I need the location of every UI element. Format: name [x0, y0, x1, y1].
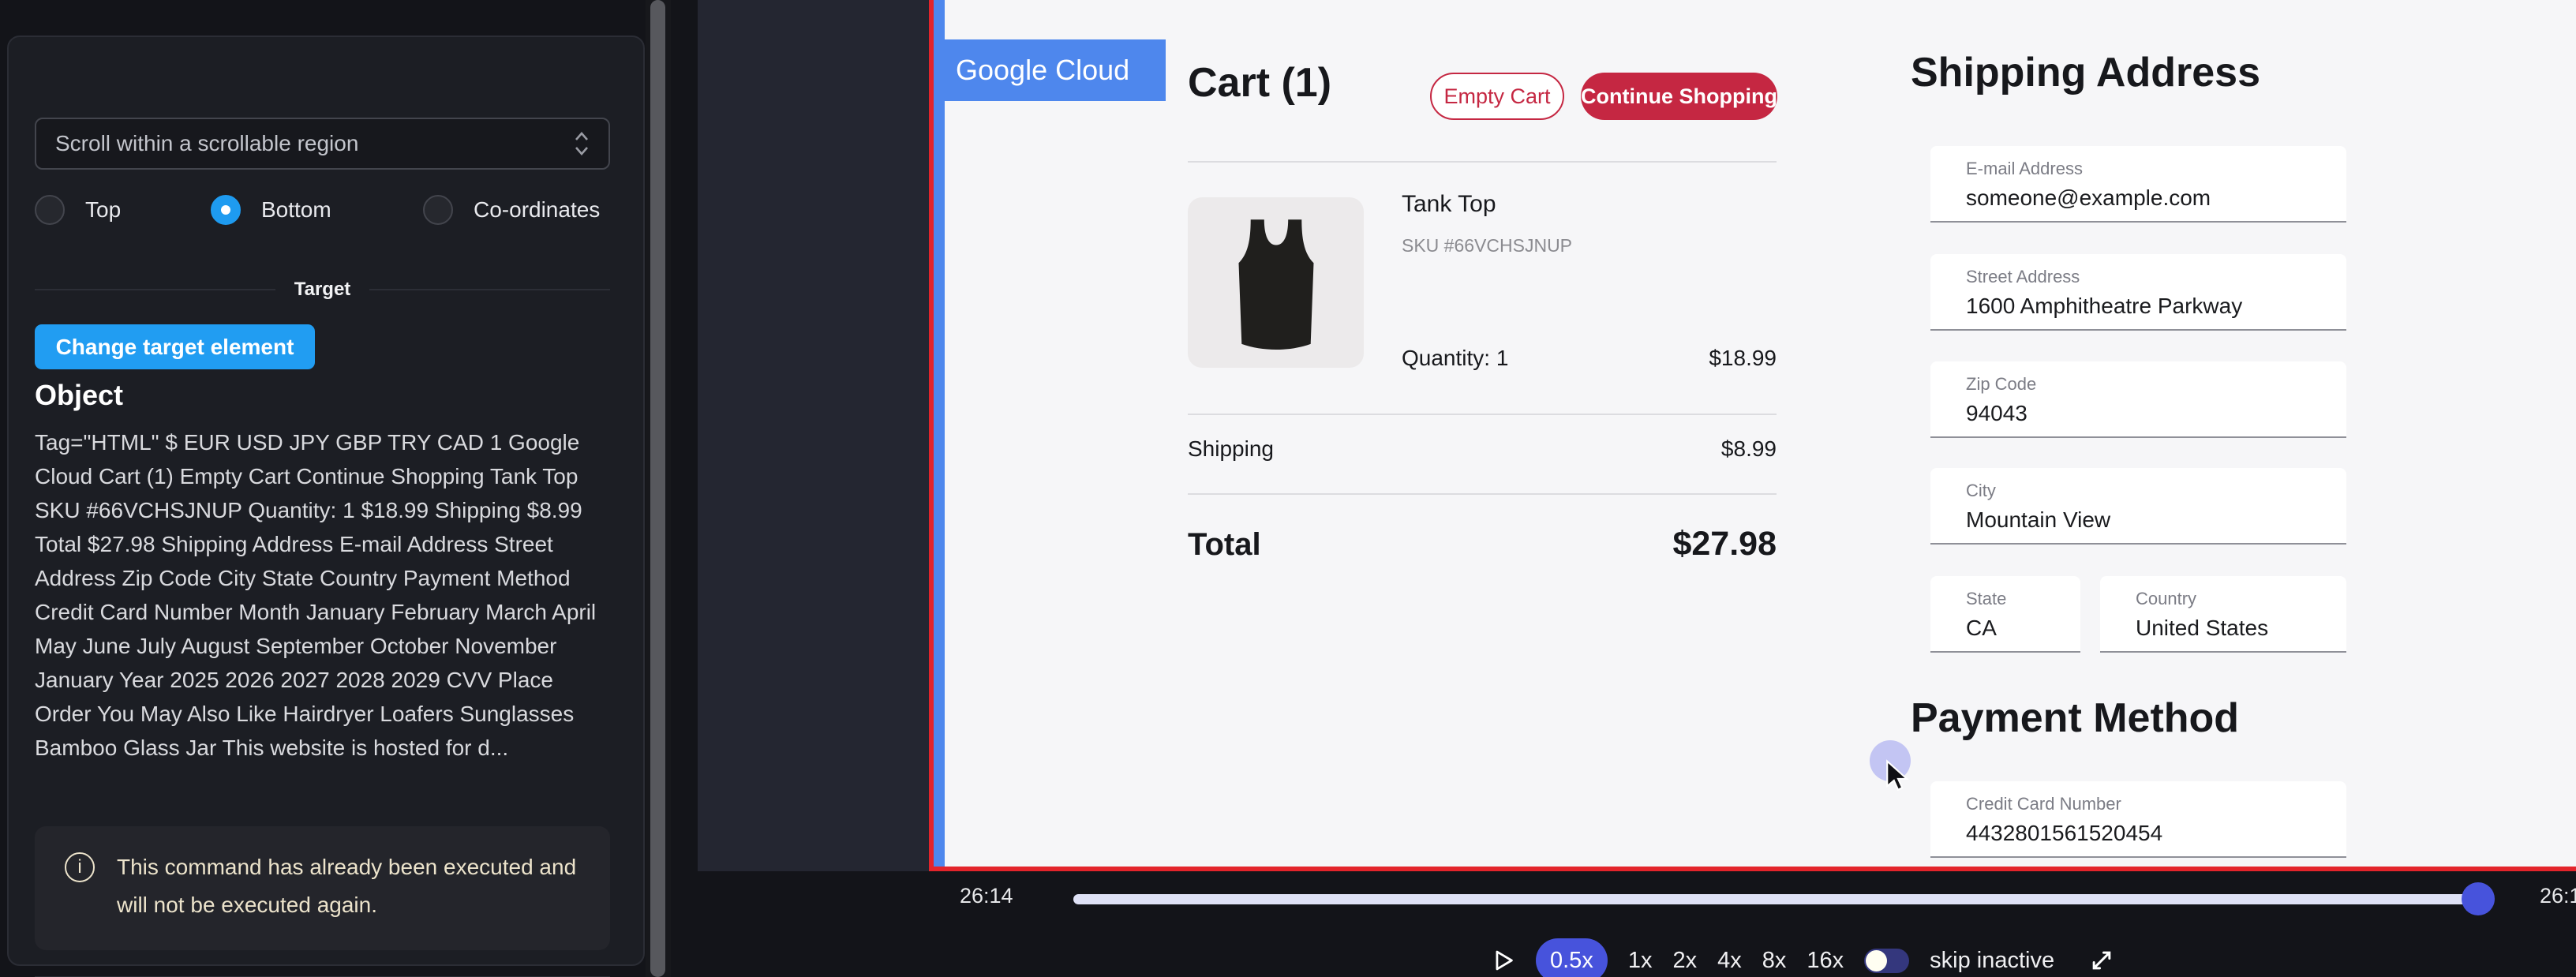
radio-label-top: Top [85, 197, 121, 223]
credit-card-number-field[interactable]: Credit Card Number 4432801561520454 [1930, 781, 2346, 858]
mouse-cursor-icon [1883, 759, 1916, 792]
credit-card-field-label: Credit Card Number [1966, 794, 2346, 814]
product-price: $18.99 [1619, 346, 1777, 371]
total-label: Total [1188, 527, 1261, 563]
cart-divider-middle [1188, 414, 1777, 415]
site-logo-badge: Google Cloud [934, 39, 1166, 101]
viewport-border-left [929, 0, 934, 871]
radio-circle-bottom-selected [211, 195, 241, 225]
current-time: 26:14 [960, 884, 1013, 908]
city-field[interactable]: City Mountain View [1930, 468, 2346, 545]
info-icon: i [65, 852, 95, 882]
email-field-value: someone@example.com [1966, 185, 2346, 211]
cart-divider-bottom [1188, 493, 1777, 495]
radio-circle-coordinates [423, 195, 453, 225]
speed-2x-button[interactable]: 2x [1672, 948, 1697, 974]
target-highlight-stripe [934, 0, 945, 867]
shipping-row-label: Shipping [1188, 436, 1274, 462]
object-description-text: Tag="HTML" $ EUR USD JPY GBP TRY CAD 1 G… [35, 425, 610, 765]
shipping-address-heading: Shipping Address [1911, 49, 2260, 96]
radio-option-bottom[interactable]: Bottom [211, 192, 331, 228]
credit-card-field-value: 4432801561520454 [1966, 821, 2346, 846]
street-address-field[interactable]: Street Address 1600 Amphitheatre Parkway [1930, 254, 2346, 331]
payment-method-heading: Payment Method [1911, 694, 2239, 742]
toggle-knob [1866, 950, 1887, 971]
email-field[interactable]: E-mail Address someone@example.com [1930, 146, 2346, 223]
continue-shopping-button[interactable]: Continue Shopping [1581, 73, 1777, 120]
skip-inactive-toggle[interactable] [1864, 949, 1909, 973]
radio-label-bottom: Bottom [261, 197, 331, 223]
info-message: This command has already been executed a… [117, 848, 590, 924]
play-button[interactable] [1492, 949, 1515, 972]
speed-8x-button[interactable]: 8x [1762, 948, 1787, 974]
total-value: $27.98 [1540, 525, 1777, 563]
street-field-label: Street Address [1966, 267, 2346, 287]
timeline-playhead[interactable] [2462, 882, 2495, 915]
country-field-label: Country [2136, 589, 2346, 609]
scroll-position-radio-group: Top Bottom Co-ordinates [35, 192, 610, 228]
city-field-label: City [1966, 481, 2346, 501]
command-sidebar: Scroll within a scrollable region Top Bo… [0, 0, 698, 977]
command-card: Scroll within a scrollable region Top Bo… [7, 36, 645, 966]
object-heading: Object [35, 379, 123, 412]
target-section-label: Target [294, 279, 351, 301]
cart-title: Cart (1) [1188, 59, 1331, 107]
country-field[interactable]: Country United States [2100, 576, 2346, 653]
radio-option-top[interactable]: Top [35, 192, 121, 228]
product-image [1188, 197, 1364, 368]
street-field-value: 1600 Amphitheatre Parkway [1966, 294, 2346, 319]
state-field[interactable]: State CA [1930, 576, 2080, 653]
command-type-select[interactable]: Scroll within a scrollable region [35, 118, 610, 170]
product-sku: SKU #66VCHSJNUP [1402, 235, 1572, 256]
end-time: 26:1 [2540, 884, 2576, 908]
state-field-label: State [1966, 589, 2080, 609]
cart-divider-top [1188, 161, 1777, 163]
radio-label-coordinates: Co-ordinates [474, 197, 600, 223]
skip-inactive-label: skip inactive [1930, 948, 2054, 974]
speed-1x-button[interactable]: 1x [1628, 948, 1653, 974]
select-chevrons-icon [572, 129, 591, 158]
state-field-value: CA [1966, 616, 2080, 641]
fullscreen-icon[interactable] [2089, 948, 2114, 973]
radio-circle-top [35, 195, 65, 225]
speed-16x-button[interactable]: 16x [1807, 948, 1844, 974]
speed-4x-button[interactable]: 4x [1717, 948, 1742, 974]
timeline-track[interactable] [1073, 894, 2494, 904]
country-field-value: United States [2136, 616, 2346, 641]
product-name: Tank Top [1402, 191, 1496, 218]
player-controls: 0.5x 1x 2x 4x 8x 16x skip inactive [1492, 938, 2114, 977]
zip-field-label: Zip Code [1966, 374, 2346, 395]
change-target-button[interactable]: Change target element [35, 324, 315, 369]
radio-option-coordinates[interactable]: Co-ordinates [423, 192, 600, 228]
product-quantity: Quantity: 1 [1402, 346, 1508, 371]
speed-0-5x-button[interactable]: 0.5x [1536, 938, 1608, 977]
email-field-label: E-mail Address [1966, 159, 2346, 179]
sidebar-scrollbar-thumb[interactable] [650, 0, 665, 977]
zip-field-value: 94043 [1966, 401, 2346, 426]
zip-code-field[interactable]: Zip Code 94043 [1930, 361, 2346, 438]
shipping-row-value: $8.99 [1619, 436, 1777, 462]
info-banner: i This command has already been executed… [35, 826, 610, 950]
city-field-value: Mountain View [1966, 507, 2346, 533]
app-root: Scroll within a scrollable region Top Bo… [0, 0, 2576, 977]
tank-top-graphic [1201, 208, 1351, 357]
empty-cart-button[interactable]: Empty Cart [1430, 73, 1564, 120]
command-type-value: Scroll within a scrollable region [55, 131, 358, 156]
target-section-divider: Target [35, 278, 610, 301]
